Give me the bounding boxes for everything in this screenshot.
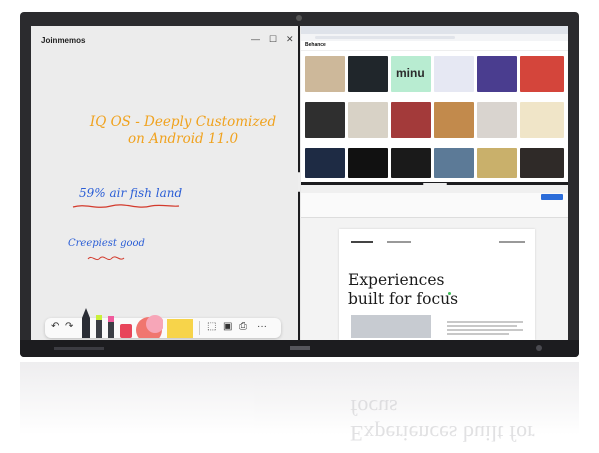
pen-icon[interactable] [81,308,91,338]
share-button[interactable] [541,194,563,200]
gallery-thumbnail[interactable] [305,102,345,138]
browser-window[interactable]: Behance minu [301,26,568,182]
gallery-thumbnail[interactable] [305,148,345,178]
gallery-thumbnail[interactable] [391,148,431,178]
redo-icon[interactable]: ↷ [65,321,73,332]
drawing-toolbar: ↶ ↷ ⬚ ▣ ⎙ ··· [45,308,281,338]
gallery-thumbnail[interactable] [477,148,517,178]
power-icon[interactable] [536,345,542,351]
maximize-button[interactable]: ☐ [269,34,277,45]
gallery-thumbnail[interactable] [348,102,388,138]
undo-icon[interactable]: ↶ [51,321,59,332]
highlighter-icon[interactable] [107,316,115,338]
scribble-mark [87,256,125,261]
gallery-thumbnail[interactable] [391,102,431,138]
handwriting-title: IQ OS - Deeply Customized on Android 11.… [89,114,277,147]
gallery-thumbnail[interactable] [434,148,474,178]
gallery-thumbnail[interactable] [520,102,564,138]
handwriting-note-2: Creepiest good [68,238,145,249]
header-center [387,241,411,243]
bezel-bottom-bar [20,340,579,357]
more-icon[interactable]: ··· [257,321,267,332]
sticky-note-icon[interactable] [167,319,193,338]
select-icon[interactable]: ⬚ [207,321,216,332]
save-icon[interactable]: ⎙ [239,321,247,332]
squiggle-underline [72,204,180,208]
gallery-thumbnail[interactable] [520,56,564,92]
image-icon[interactable]: ▣ [223,321,232,332]
camera-icon [296,15,302,21]
window-title: Joinmemos [41,36,86,45]
shape-icon[interactable] [135,314,163,338]
ribbon-toolbar[interactable] [301,193,568,218]
text-cursor [448,292,451,295]
gallery-thumbnail[interactable] [305,56,345,92]
browser-tab-strip[interactable] [301,26,568,34]
minimize-button[interactable]: — [251,34,260,44]
header-right [499,241,525,243]
gallery-thumbnail[interactable] [434,56,474,92]
gallery-thumbnail[interactable] [434,102,474,138]
site-nav [301,41,568,51]
word-window[interactable]: Experiences built for focus [301,185,568,340]
split-handle-vertical[interactable] [298,172,300,192]
toolbar-divider [199,321,200,335]
url-field[interactable] [315,36,455,39]
header-left [351,241,373,243]
close-button[interactable]: ✕ [286,34,294,45]
gallery-thumbnail[interactable] [477,56,517,92]
port-panel [54,347,104,350]
handwriting-note-1: 59% air fish land [79,186,183,200]
gallery-thumbnail[interactable] [348,56,388,92]
gallery-thumbnail[interactable] [348,148,388,178]
document-image[interactable] [351,315,431,338]
whiteboard-window[interactable]: Joinmemos — ☐ ✕ IQ OS - Deeply Customize… [31,26,300,340]
document-heading[interactable]: Experiences built for focus [348,271,478,309]
title-bar [301,185,568,193]
site-logo[interactable]: Behance [305,42,326,48]
gallery-thumbnail[interactable]: minu [391,56,431,92]
gallery-grid: minu [301,52,568,182]
gallery-thumbnail[interactable] [477,102,517,138]
marker-icon[interactable] [95,315,103,338]
eraser-icon[interactable] [119,322,133,338]
brand-logo [290,346,310,350]
gallery-thumbnail[interactable] [520,148,564,178]
reflection-text: Experiences built for focus [350,395,535,446]
display-reflection: Experiences built for focus [20,362,579,453]
thumbnail-caption: minu [396,66,425,80]
